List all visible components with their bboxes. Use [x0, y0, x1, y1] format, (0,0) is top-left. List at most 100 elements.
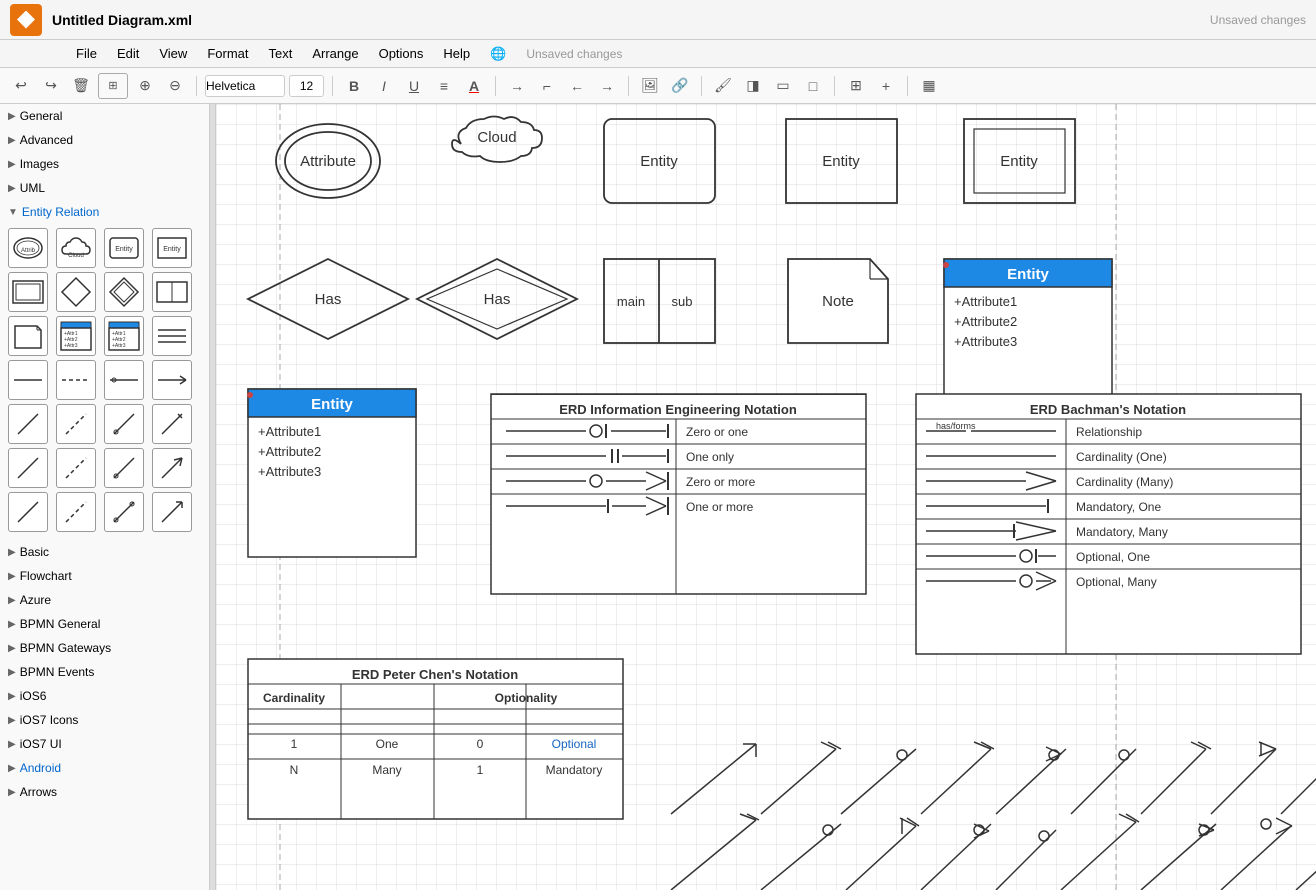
- sidebar-item-line2[interactable]: [56, 360, 96, 400]
- main-layout: ▶ General ▶ Advanced ▶ Images ▶ UML ▼ En…: [0, 104, 1316, 890]
- sidebar-images-label: Images: [20, 157, 59, 171]
- font-size-input[interactable]: [289, 75, 324, 97]
- canvas[interactable]: Attribute Cloud Entity Entity Entity Has…: [216, 104, 1316, 890]
- sidebar-item-line3[interactable]: [104, 360, 144, 400]
- svg-text:+Attr3: +Attr3: [112, 343, 126, 349]
- bold-button[interactable]: B: [341, 73, 367, 99]
- font-selector[interactable]: [205, 75, 285, 97]
- sidebar-item-diag9[interactable]: [8, 492, 48, 532]
- sidebar-flowchart-label: Flowchart: [20, 569, 72, 583]
- link-button[interactable]: 🔗: [667, 73, 693, 99]
- sidebar-section-uml[interactable]: ▶ UML: [0, 176, 209, 200]
- add-button[interactable]: +: [873, 73, 899, 99]
- arrow-forward-button[interactable]: →: [594, 73, 620, 99]
- sidebar-section-flowchart[interactable]: ▶ Flowchart: [0, 564, 209, 588]
- window-title: Untitled Diagram.xml: [52, 12, 192, 28]
- sidebar-section-ios6[interactable]: ▶ iOS6: [0, 684, 209, 708]
- fill-color-button[interactable]: 🖌: [710, 73, 736, 99]
- menu-help[interactable]: Help: [435, 44, 478, 63]
- menu-arrange[interactable]: Arrange: [304, 44, 366, 63]
- sidebar-item-diamond[interactable]: [56, 272, 96, 312]
- image-button[interactable]: 🖼: [637, 73, 663, 99]
- align-button[interactable]: ≡: [431, 73, 457, 99]
- svg-text:Cloud: Cloud: [68, 253, 84, 259]
- sidebar-item-diag7[interactable]: [104, 448, 144, 488]
- zoom-in-button[interactable]: ⊕: [132, 73, 158, 99]
- app-logo-icon: [17, 11, 35, 29]
- titlebar: Untitled Diagram.xml Unsaved changes: [0, 0, 1316, 40]
- shape-rect2-button[interactable]: □: [800, 73, 826, 99]
- sidebar-section-android[interactable]: ▶ Android: [0, 756, 209, 780]
- sidebar-section-azure[interactable]: ▶ Azure: [0, 588, 209, 612]
- sidebar-item-entity-rect2[interactable]: Entity: [152, 228, 192, 268]
- sidebar-item-cloud[interactable]: Cloud: [56, 228, 96, 268]
- redo-button[interactable]: ↪: [38, 73, 64, 99]
- arrow-back-button[interactable]: ←: [564, 73, 590, 99]
- menu-globe[interactable]: 🌐: [482, 44, 514, 64]
- sidebar-advanced-label: Advanced: [20, 133, 73, 147]
- sidebar-ios6-label: iOS6: [20, 689, 47, 703]
- menubar: File Edit View Format Text Arrange Optio…: [0, 40, 1316, 68]
- underline-button[interactable]: U: [401, 73, 427, 99]
- svg-text:Entity: Entity: [115, 246, 133, 253]
- sidebar-bpmn-general-label: BPMN General: [20, 617, 101, 631]
- menu-edit[interactable]: Edit: [109, 44, 147, 63]
- sidebar-item-diamond-double[interactable]: [104, 272, 144, 312]
- sidebar-general-label: General: [20, 109, 63, 123]
- sidebar-item-line4[interactable]: [152, 360, 192, 400]
- sidebar-item-entity-double[interactable]: [8, 272, 48, 312]
- sidebar-item-diag8[interactable]: [152, 448, 192, 488]
- sidebar-section-entity-relation[interactable]: ▼ Entity Relation: [0, 200, 209, 224]
- sidebar-item-diag1[interactable]: [8, 404, 48, 444]
- sidebar-item-entity-list2[interactable]: +Attr1+Attr2+Attr3: [104, 316, 144, 356]
- sidebar-section-ios7-icons[interactable]: ▶ iOS7 Icons: [0, 708, 209, 732]
- sidebar-section-general[interactable]: ▶ General: [0, 104, 209, 128]
- shape-rect-button[interactable]: ▭: [770, 73, 796, 99]
- sidebar-section-bpmn-gateways[interactable]: ▶ BPMN Gateways: [0, 636, 209, 660]
- sidebar-item-note[interactable]: [8, 316, 48, 356]
- grid-button[interactable]: ⊞: [843, 73, 869, 99]
- font-color-button[interactable]: A: [461, 73, 487, 99]
- sidebar-item-lines[interactable]: [152, 316, 192, 356]
- menu-file[interactable]: File: [68, 44, 105, 63]
- fit-page-button[interactable]: ⊞: [98, 73, 128, 99]
- sidebar-section-images[interactable]: ▶ Images: [0, 152, 209, 176]
- sidebar-section-bpmn-general[interactable]: ▶ BPMN General: [0, 612, 209, 636]
- menu-view[interactable]: View: [151, 44, 195, 63]
- sidebar-item-entity-rect[interactable]: Entity: [104, 228, 144, 268]
- sidebar-section-ios7-ui[interactable]: ▶ iOS7 UI: [0, 732, 209, 756]
- panel-button[interactable]: ▦: [916, 73, 942, 99]
- sidebar-bpmn-events-label: BPMN Events: [20, 665, 95, 679]
- unsaved-changes-menu: Unsaved changes: [526, 47, 622, 61]
- sidebar-section-advanced[interactable]: ▶ Advanced: [0, 128, 209, 152]
- sidebar-item-entity-split[interactable]: [152, 272, 192, 312]
- sidebar-section-bpmn-events[interactable]: ▶ BPMN Events: [0, 660, 209, 684]
- sidebar-item-diag2[interactable]: [56, 404, 96, 444]
- sidebar-item-diag6[interactable]: [56, 448, 96, 488]
- sidebar-item-diag12[interactable]: [152, 492, 192, 532]
- sidebar-section-arrows[interactable]: ▶ Arrows: [0, 780, 209, 804]
- undo-button[interactable]: ↩: [8, 73, 34, 99]
- arrow-straight-button[interactable]: →: [504, 73, 530, 99]
- sidebar-arrows-label: Arrows: [20, 785, 57, 799]
- delete-button[interactable]: 🗑: [68, 73, 94, 99]
- sidebar-section-basic[interactable]: ▶ Basic: [0, 540, 209, 564]
- sidebar-item-diag5[interactable]: [8, 448, 48, 488]
- svg-text:Entity: Entity: [163, 246, 181, 253]
- svg-text:Attrib: Attrib: [21, 248, 36, 254]
- sidebar-item-diag10[interactable]: [56, 492, 96, 532]
- sidebar-item-entity-list[interactable]: +Attr1+Attr2+Attr3: [56, 316, 96, 356]
- sidebar-item-diag4[interactable]: [152, 404, 192, 444]
- sidebar-item-attribute[interactable]: Attrib: [8, 228, 48, 268]
- menu-format[interactable]: Format: [199, 44, 256, 63]
- sidebar-entity-label: Entity Relation: [22, 205, 99, 219]
- arrow-elbow-button[interactable]: ⌐: [534, 73, 560, 99]
- menu-options[interactable]: Options: [371, 44, 432, 63]
- sidebar-item-diag11[interactable]: [104, 492, 144, 532]
- sidebar-item-diag3[interactable]: [104, 404, 144, 444]
- zoom-out-button[interactable]: ⊖: [162, 73, 188, 99]
- menu-text[interactable]: Text: [260, 44, 300, 63]
- fill-color2-button[interactable]: ◨: [740, 73, 766, 99]
- sidebar-item-line1[interactable]: [8, 360, 48, 400]
- italic-button[interactable]: I: [371, 73, 397, 99]
